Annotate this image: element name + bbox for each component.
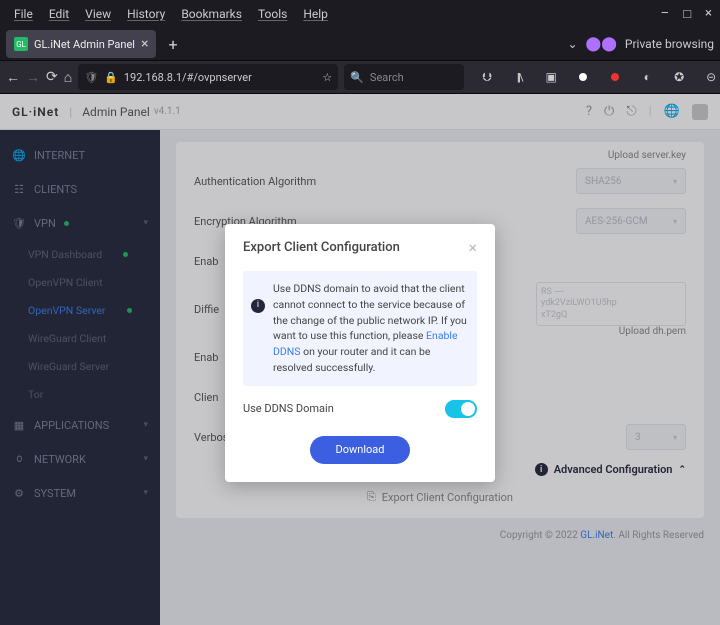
shield-icon: 🛡 <box>84 71 98 84</box>
tab-close-icon[interactable]: × <box>141 36 148 52</box>
search-field[interactable]: 🔍 Search <box>344 64 464 90</box>
search-placeholder: Search <box>370 71 404 84</box>
pocket-icon[interactable]: ⮋ <box>474 64 500 90</box>
use-ddns-label: Use DDNS Domain <box>243 402 334 415</box>
window-maximize-button[interactable]: □ <box>683 6 691 22</box>
browser-tabbar: GL GL.iNet Admin Panel × + ⌄ ⬤⬤ Private … <box>0 28 720 60</box>
library-icon[interactable]: |||\ <box>506 64 532 90</box>
menu-edit[interactable]: Edit <box>43 5 75 23</box>
nav-back-button[interactable]: ← <box>6 64 20 90</box>
menu-file[interactable]: File <box>8 5 39 23</box>
private-browsing-label: Private browsing <box>625 37 714 51</box>
tab-title: GL.iNet Admin Panel <box>34 38 135 51</box>
toolbar-extensions: ⮋ |||\ ▣ ◐ ✪ ⊝ » ≡ <box>474 64 720 90</box>
url-field[interactable]: 🛡 🔒 192.168.8.1/#/ovpnserver ☆ <box>78 64 338 90</box>
os-titlebar: File Edit View History Bookmarks Tools H… <box>0 0 720 28</box>
os-menu: File Edit View History Bookmarks Tools H… <box>8 5 334 23</box>
download-button[interactable]: Download <box>310 436 410 464</box>
nav-home-button[interactable]: ⌂ <box>64 64 72 90</box>
lock-insecure-icon: 🔒 <box>104 71 118 84</box>
window-close-button[interactable]: × <box>705 6 712 22</box>
modal-info-block: i Use DDNS domain to avoid that the clie… <box>243 271 477 386</box>
ext-icon-5[interactable]: ⊝ <box>698 64 720 90</box>
nav-reload-button[interactable]: ⟳ <box>46 64 58 90</box>
url-text: 192.168.8.1/#/ovpnserver <box>124 71 252 84</box>
modal-title: Export Client Configuration <box>243 240 400 255</box>
ext-icon-3[interactable]: ◐ <box>634 64 660 90</box>
ext-icon-1[interactable] <box>570 64 596 90</box>
address-bar: ← → ⟳ ⌂ 🛡 🔒 192.168.8.1/#/ovpnserver ☆ 🔍… <box>0 60 720 94</box>
ext-icon-2[interactable] <box>602 64 628 90</box>
nav-forward-button[interactable]: → <box>26 64 40 90</box>
export-config-modal: Export Client Configuration × i Use DDNS… <box>225 224 495 482</box>
info-icon: i <box>251 299 265 313</box>
window-controls: – □ × <box>661 6 712 22</box>
modal-close-icon[interactable]: × <box>468 238 477 257</box>
menu-history[interactable]: History <box>121 5 171 23</box>
window-minimize-button[interactable]: – <box>661 6 670 22</box>
reader-icon[interactable]: ▣ <box>538 64 564 90</box>
modal-backdrop[interactable]: Export Client Configuration × i Use DDNS… <box>0 94 720 625</box>
ext-icon-4[interactable]: ✪ <box>666 64 692 90</box>
menu-tools[interactable]: Tools <box>252 5 293 23</box>
new-tab-button[interactable]: + <box>160 35 185 54</box>
bookmark-star-icon[interactable]: ☆ <box>322 71 332 84</box>
private-mask-icon: ⬤⬤ <box>586 36 617 52</box>
menu-bookmarks[interactable]: Bookmarks <box>175 5 248 23</box>
search-icon: 🔍 <box>350 71 364 84</box>
tab-favicon: GL <box>14 37 28 51</box>
admin-panel: GL·iNet | Admin Panel v4.1.1 ? ⏻ ⎋ | 🌐 🌐… <box>0 94 720 625</box>
menu-view[interactable]: View <box>79 5 117 23</box>
use-ddns-toggle[interactable] <box>445 400 477 418</box>
tabs-overflow-icon[interactable]: ⌄ <box>567 37 577 51</box>
browser-tab[interactable]: GL GL.iNet Admin Panel × <box>6 30 156 58</box>
menu-help[interactable]: Help <box>297 5 334 23</box>
